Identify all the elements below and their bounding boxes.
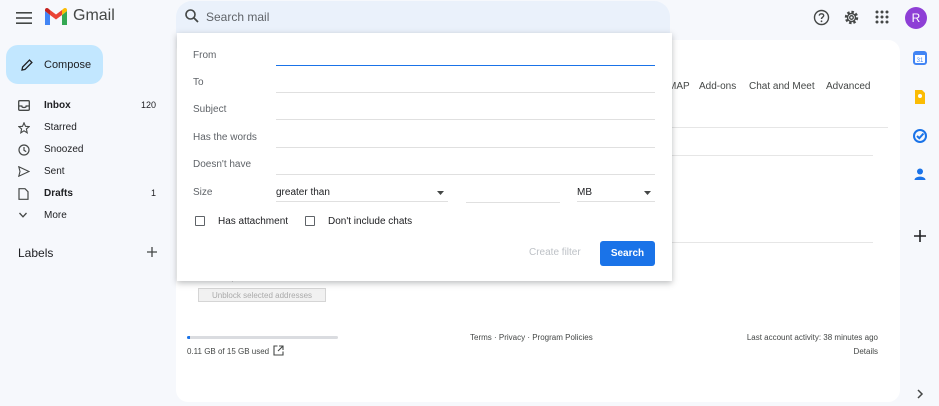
sidebar-item-inbox[interactable]: Inbox 120	[0, 95, 170, 117]
sidebar-item-label: Drafts	[44, 188, 73, 199]
sidebar-item-more[interactable]: More	[0, 205, 170, 227]
tasks-icon[interactable]	[909, 125, 931, 147]
has-attachment-label: Has attachment	[218, 216, 289, 227]
size-label: Size	[193, 187, 213, 198]
storage-bar	[187, 336, 338, 339]
sidebar-item-label: Starred	[44, 122, 77, 133]
draft-icon	[18, 188, 29, 200]
app-name: Gmail	[73, 7, 115, 24]
hamburger-icon	[16, 12, 32, 24]
footer-links[interactable]: Terms · Privacy · Program Policies	[470, 333, 593, 342]
dont-include-chats-label: Don't include chats	[328, 216, 413, 227]
search-bar[interactable]	[176, 1, 670, 33]
to-label: To	[193, 77, 204, 88]
has-words-input[interactable]	[276, 129, 655, 148]
plus-icon[interactable]	[146, 246, 158, 258]
apps-grid-icon[interactable]	[874, 9, 890, 25]
has-words-row: Has the words	[193, 129, 655, 149]
pencil-icon	[21, 58, 33, 71]
tab-chat-and-meet[interactable]: Chat and Meet	[749, 81, 815, 92]
to-row: To	[193, 74, 655, 94]
unread-count: 120	[140, 100, 156, 110]
size-operator-value: greater than	[276, 187, 330, 198]
sidebar-item-sent[interactable]: Sent	[0, 161, 170, 183]
subject-input[interactable]	[276, 101, 655, 120]
search-icon[interactable]	[184, 8, 200, 24]
sidebar-item-drafts[interactable]: Drafts 1	[0, 183, 170, 205]
send-icon	[18, 166, 30, 177]
details-link[interactable]: Details	[820, 347, 878, 356]
storage-usage: 0.11 GB of 15 GB used	[187, 347, 270, 356]
subject-row: Subject	[193, 101, 655, 121]
size-unit-select[interactable]: MB	[577, 184, 655, 202]
tab-add-ons[interactable]: Add-ons	[699, 81, 736, 92]
from-label: From	[193, 50, 217, 61]
sidebar-item-label: Inbox	[44, 100, 71, 111]
keep-icon[interactable]	[909, 86, 931, 108]
size-row: Size greater than MB	[193, 184, 655, 204]
from-row: From	[193, 47, 655, 67]
sidebar-item-snoozed[interactable]: Snoozed	[0, 139, 170, 161]
labels-heading: Labels	[18, 246, 54, 260]
main-menu-button[interactable]	[12, 6, 36, 30]
advanced-search-panel: From To Subject Has the words Doesn't ha…	[177, 33, 672, 281]
to-input[interactable]	[276, 74, 655, 93]
avatar[interactable]: R	[905, 7, 927, 29]
contacts-icon[interactable]	[909, 163, 931, 185]
dont-include-chats-checkbox[interactable]	[305, 216, 315, 226]
compose-label: Compose	[44, 58, 92, 71]
has-words-label: Has the words	[193, 132, 257, 143]
search-button[interactable]: Search	[600, 241, 655, 266]
get-add-ons-plus-icon[interactable]	[909, 225, 931, 247]
unblock-selected-button[interactable]: Unblock selected addresses	[198, 288, 326, 302]
size-value-input[interactable]	[466, 184, 560, 203]
size-unit-value: MB	[577, 187, 592, 198]
from-input[interactable]	[276, 47, 655, 66]
compose-button[interactable]: Compose	[6, 45, 103, 84]
chevron-right-icon[interactable]	[909, 383, 931, 405]
tab-advanced[interactable]: Advanced	[826, 81, 870, 92]
search-input[interactable]	[206, 8, 606, 26]
dropdown-arrow-icon	[644, 191, 651, 195]
has-attachment-checkbox[interactable]	[195, 216, 205, 226]
last-activity: Last account activity: 38 minutes ago	[746, 333, 878, 342]
storage-fill	[187, 336, 191, 339]
sidebar-item-label: Snoozed	[44, 144, 84, 155]
calendar-icon[interactable]: 31	[909, 47, 931, 69]
chevron-down-icon	[18, 210, 28, 220]
subject-label: Subject	[193, 104, 227, 115]
dropdown-arrow-icon	[437, 191, 444, 195]
doesnt-have-label: Doesn't have	[193, 159, 252, 170]
clock-icon	[18, 144, 30, 156]
sidebar-item-label: More	[44, 210, 67, 221]
svg-text:31: 31	[917, 58, 924, 64]
create-filter-button[interactable]: Create filter	[529, 247, 581, 258]
help-icon[interactable]	[813, 9, 830, 26]
inbox-icon	[18, 100, 30, 111]
sidebar-item-starred[interactable]: Starred	[0, 117, 170, 139]
doesnt-have-input[interactable]	[276, 156, 655, 175]
unread-count: 1	[150, 188, 156, 198]
size-operator-select[interactable]: greater than	[276, 184, 448, 202]
sidebar-item-label: Sent	[44, 166, 65, 177]
doesnt-have-row: Doesn't have	[193, 156, 655, 176]
gear-icon[interactable]	[843, 9, 860, 26]
star-icon	[18, 122, 30, 134]
gmail-logo-icon[interactable]	[44, 8, 68, 26]
external-link-icon[interactable]	[273, 345, 284, 356]
